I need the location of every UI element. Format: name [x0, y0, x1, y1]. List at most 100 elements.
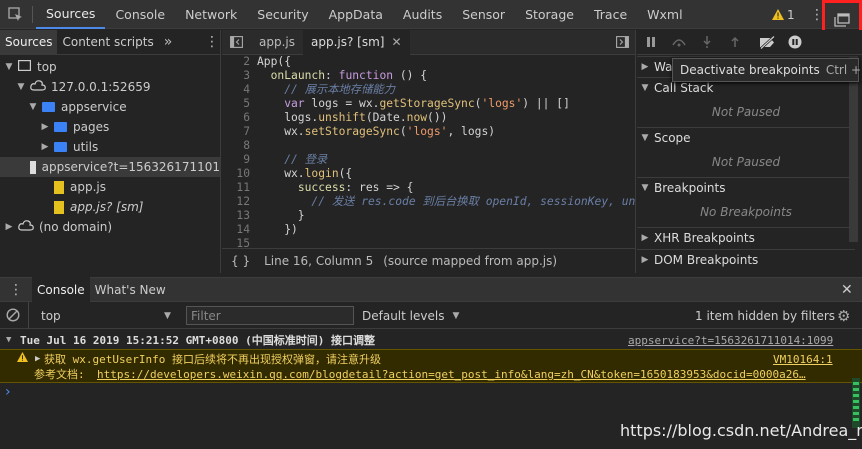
log-arrow[interactable]: ▼	[6, 334, 11, 347]
collapsed-arrow-icon[interactable]: ▶	[40, 122, 50, 132]
tab-app-js-sm[interactable]: app.js? [sm] ✕	[303, 29, 410, 55]
tab-app-js[interactable]: app.js	[251, 30, 303, 55]
tab-console[interactable]: Console	[32, 277, 90, 302]
tab-label: app.js? [sm]	[311, 35, 385, 49]
line-number[interactable]: 9	[222, 153, 250, 167]
step-into-icon[interactable]	[693, 30, 721, 55]
code-line: 9 // 登录	[222, 153, 636, 167]
tree-item[interactable]: app.js? [sm]	[0, 197, 143, 217]
toggle-debugger-icon[interactable]	[608, 30, 637, 55]
log-levels-dropdown[interactable]: Default levels ▼	[362, 302, 459, 329]
toggle-navigator-icon[interactable]	[222, 30, 251, 55]
tab-whats-new[interactable]: What's New	[90, 277, 171, 302]
line-number[interactable]: 12	[222, 195, 250, 209]
devtools-toolbar: Sources Console Network Security AppData Audi…	[0, 0, 862, 29]
line-number[interactable]: 11	[222, 181, 250, 195]
line-number[interactable]: 2	[222, 55, 250, 69]
section-dom-breakpoints[interactable]: ▶ DOM Breakpoints	[637, 249, 855, 269]
log-source-link[interactable]: appservice?t=1563261711014:1099	[628, 334, 833, 347]
tree-item[interactable]: app.js	[0, 177, 106, 197]
code-line: 6 logs.unshift(Date.now())	[222, 111, 636, 125]
drawer-menu-icon[interactable]: ⋮	[0, 277, 32, 302]
source-map-link[interactable]: (source mapped from app.js)	[383, 254, 557, 268]
clear-console-icon[interactable]	[6, 308, 20, 322]
section-breakpoints[interactable]: ▼ Breakpoints	[637, 177, 855, 197]
code-line: 15	[222, 237, 636, 248]
tab-sources[interactable]: Sources	[36, 0, 106, 29]
context-selector[interactable]: top ▼	[28, 302, 178, 329]
tab-wxml[interactable]: Wxml	[637, 0, 692, 29]
line-number[interactable]: 6	[222, 111, 250, 125]
tree-item[interactable]: ▼ appservice	[0, 97, 127, 117]
toolbar-divider	[32, 5, 33, 23]
line-number[interactable]: 5	[222, 97, 250, 111]
tab-content-scripts[interactable]: Content scripts	[57, 30, 158, 55]
inspect-element-icon[interactable]	[0, 0, 30, 29]
navigator-tabs: Sources Content scripts » ⋮	[0, 29, 220, 55]
tooltip-label: Deactivate breakpoints	[680, 63, 820, 77]
navigator-menu-icon[interactable]: ⋮	[200, 30, 224, 55]
expanded-arrow-icon[interactable]: ▼	[28, 102, 38, 112]
line-number[interactable]: 8	[222, 139, 250, 153]
tree-item-label: appservice?t=156326171101	[41, 160, 220, 174]
step-over-icon[interactable]	[665, 30, 693, 55]
warning-source-link[interactable]: VM10164:1	[773, 353, 833, 366]
warning-indicator[interactable]: 1	[772, 0, 795, 29]
code-area[interactable]: 2 App({3 onLaunch: function () {4 // 展示本地…	[222, 55, 636, 248]
tree-item[interactable]: ▶ pages	[0, 117, 110, 137]
pretty-print-button[interactable]: { }	[231, 254, 250, 268]
console-settings-icon[interactable]: ⚙	[837, 307, 850, 325]
tab-appdata[interactable]: AppData	[319, 0, 393, 29]
expanded-arrow-icon[interactable]: ▼	[16, 82, 26, 92]
hidden-items-info: 1 item hidden by filters	[695, 309, 836, 323]
section-placeholder: Not Paused	[711, 105, 781, 119]
code-line: 8	[222, 139, 636, 153]
tree-item[interactable]: ▼ top	[0, 57, 57, 77]
expanded-arrow-icon[interactable]: ▼	[4, 62, 14, 72]
line-number[interactable]: 4	[222, 83, 250, 97]
tree-item[interactable]: ▼ 127.0.0.1:52659	[0, 77, 151, 97]
console-prompt[interactable]: ›	[0, 384, 850, 402]
section-xhr-breakpoints[interactable]: ▶ XHR Breakpoints	[637, 227, 855, 247]
warning-message: 获取 wx.getUserInfo 接口后续将不再出现授权弹窗，请注意升级	[44, 353, 381, 366]
tab-security[interactable]: Security	[247, 0, 318, 29]
close-drawer-icon[interactable]: ✕	[836, 277, 858, 302]
undock-icon	[834, 13, 850, 27]
doc-link[interactable]: https://developers.weixin.qq.com/blogdet…	[97, 368, 806, 381]
close-tab-icon[interactable]: ✕	[391, 35, 401, 49]
expand-arrow[interactable]: ▶	[35, 353, 40, 366]
tab-audits[interactable]: Audits	[393, 0, 452, 29]
tab-network[interactable]: Network	[175, 0, 247, 29]
line-number[interactable]: 13	[222, 209, 250, 223]
tab-console[interactable]: Console	[105, 0, 175, 29]
folder-icon	[54, 122, 67, 132]
pause-on-exceptions-icon[interactable]	[781, 30, 809, 55]
section-scope[interactable]: ▼ Scope	[637, 127, 855, 147]
warning-icon	[772, 9, 784, 20]
tree-item[interactable]: ▶ utils	[0, 137, 99, 157]
console-toolbar: top ▼ Default levels ▼ 1 item hidden by …	[0, 302, 862, 329]
line-number[interactable]: 15	[222, 237, 250, 248]
line-number[interactable]: 14	[222, 223, 250, 237]
tab-sensor[interactable]: Sensor	[452, 0, 515, 29]
tree-item[interactable]: appservice?t=156326171101	[0, 157, 220, 177]
line-content: App({	[257, 55, 292, 68]
tab-trace[interactable]: Trace	[584, 0, 637, 29]
code-line: 10 wx.login({	[222, 167, 636, 181]
tab-sources[interactable]: Sources	[0, 29, 58, 55]
collapsed-arrow-icon[interactable]: ▶	[4, 222, 14, 232]
tab-storage[interactable]: Storage	[515, 0, 584, 29]
pause-icon[interactable]	[637, 30, 665, 55]
collapsed-arrow-icon[interactable]: ▶	[40, 142, 50, 152]
step-out-icon[interactable]	[721, 30, 749, 55]
deactivate-breakpoints-icon[interactable]	[753, 30, 781, 55]
tree-item-label: pages	[73, 120, 110, 134]
console-filter-input[interactable]	[186, 306, 354, 325]
debugger-scrollbar[interactable]	[849, 56, 858, 242]
line-number[interactable]: 7	[222, 125, 250, 139]
line-number[interactable]: 10	[222, 167, 250, 181]
more-tabs-icon[interactable]: »	[159, 30, 178, 55]
tree-item[interactable]: ▶ (no domain)	[0, 217, 113, 237]
line-content: })	[257, 223, 298, 236]
line-number[interactable]: 3	[222, 69, 250, 83]
